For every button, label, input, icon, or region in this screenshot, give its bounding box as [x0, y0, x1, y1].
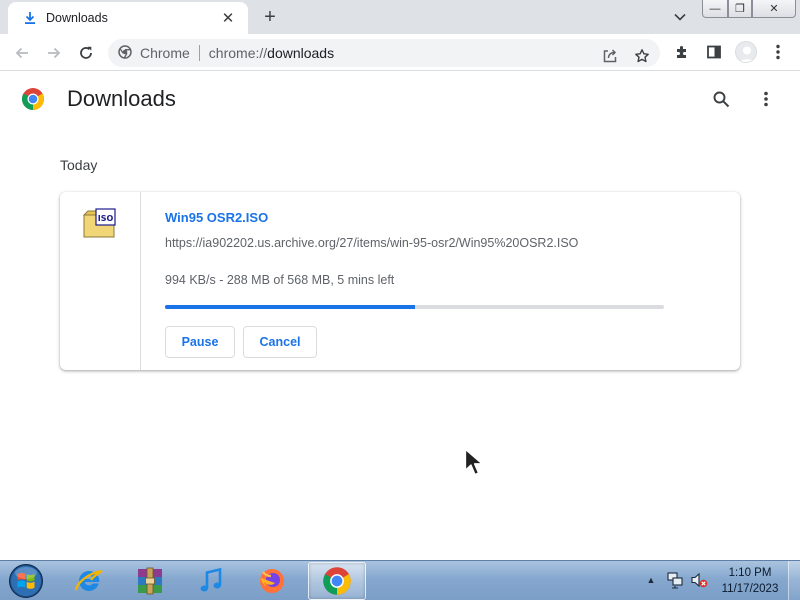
bookmark-star-icon[interactable]: [630, 44, 654, 68]
taskbar-winrar[interactable]: [121, 562, 179, 600]
download-progress-fill: [165, 305, 415, 309]
url-text: chrome://downloads: [209, 45, 334, 61]
downloads-header: Downloads: [0, 71, 800, 127]
downloads-menu-button[interactable]: [754, 87, 778, 111]
extensions-button[interactable]: [670, 40, 694, 64]
clock-time: 1:10 PM: [728, 567, 772, 579]
omnibox-chip-label: Chrome: [140, 45, 190, 61]
window-controls: — ❐ ✕: [702, 0, 796, 18]
url-host: downloads: [267, 45, 335, 61]
windows-orb-icon: [9, 564, 43, 598]
taskbar-firefox[interactable]: [243, 562, 301, 600]
network-icon[interactable]: [666, 571, 684, 589]
tab-close-icon[interactable]: ✕: [218, 8, 238, 28]
page-title: Downloads: [67, 86, 176, 111]
taskbar-chrome[interactable]: [308, 562, 366, 600]
clock-date: 11/17/2023: [721, 583, 779, 595]
share-icon[interactable]: [598, 44, 622, 68]
new-tab-button[interactable]: +: [258, 6, 282, 28]
back-arrow-icon: [15, 47, 28, 59]
pause-button[interactable]: Pause: [165, 326, 235, 358]
search-downloads-button[interactable]: [709, 87, 733, 111]
taskbar-itunes[interactable]: [182, 562, 240, 600]
back-button[interactable]: [10, 41, 34, 65]
volume-muted-icon[interactable]: [690, 571, 708, 589]
show-hidden-icons-arrow[interactable]: ▲: [644, 573, 658, 587]
date-heading: Today: [60, 157, 98, 173]
tab-title: Downloads: [46, 11, 108, 25]
download-status-text: 994 KB/s - 288 MB of 568 MB, 5 mins left: [165, 273, 395, 287]
system-clock[interactable]: 1:10 PM 11/17/2023: [718, 565, 782, 597]
download-card: ISO Win95 OSR2.ISO https://ia902202.us.a…: [60, 192, 740, 370]
profile-avatar[interactable]: [735, 41, 757, 63]
download-progress-bar: [165, 305, 664, 309]
tab-downloads[interactable]: Downloads ✕: [8, 2, 248, 34]
show-desktop-button[interactable]: [788, 561, 800, 600]
omnibox-divider: [198, 45, 200, 61]
search-icon: [713, 91, 729, 107]
download-icon: [22, 10, 38, 26]
iso-badge-text: ISO: [98, 214, 114, 223]
chrome-icon: [323, 567, 351, 595]
internet-explorer-icon: [74, 569, 103, 591]
maximize-button[interactable]: ❐: [728, 0, 752, 18]
puzzle-icon: [677, 46, 686, 58]
taskbar-internet-explorer[interactable]: [60, 562, 118, 600]
file-icon-column: ISO: [60, 192, 141, 370]
forward-button[interactable]: [42, 41, 66, 65]
firefox-icon: [260, 569, 284, 593]
chrome-logo-icon: [21, 87, 45, 111]
mouse-pointer-icon: [464, 448, 488, 478]
minimize-button[interactable]: —: [702, 0, 728, 18]
chrome-page-icon: [118, 44, 132, 62]
download-source-url[interactable]: https://ia902202.us.archive.org/27/items…: [165, 236, 578, 250]
winrar-icon: [138, 567, 162, 595]
iso-file-icon: ISO: [82, 208, 117, 238]
browser-menu-button[interactable]: [766, 40, 790, 64]
kebab-menu-icon: [764, 91, 768, 107]
cancel-button[interactable]: Cancel: [243, 326, 317, 358]
browser-toolbar: Chrome chrome://downloads: [0, 34, 800, 71]
kebab-menu-icon: [776, 44, 780, 60]
tab-strip: Downloads ✕ + — ❐ ✕: [0, 0, 800, 34]
address-bar[interactable]: Chrome chrome://downloads: [108, 39, 660, 67]
tab-search-chevron-icon[interactable]: [670, 8, 690, 26]
close-window-button[interactable]: ✕: [752, 0, 796, 18]
start-button[interactable]: [6, 562, 46, 600]
itunes-icon: [200, 567, 222, 592]
reload-icon: [80, 46, 92, 59]
taskbar: ▲ 1:10 PM 11/17/2023: [0, 560, 800, 600]
forward-arrow-icon: [48, 47, 61, 59]
side-panel-button[interactable]: [702, 40, 726, 64]
download-file-link[interactable]: Win95 OSR2.ISO: [165, 210, 268, 225]
side-panel-icon: [707, 45, 721, 59]
reload-button[interactable]: [74, 41, 98, 65]
url-scheme: chrome://: [208, 45, 268, 61]
